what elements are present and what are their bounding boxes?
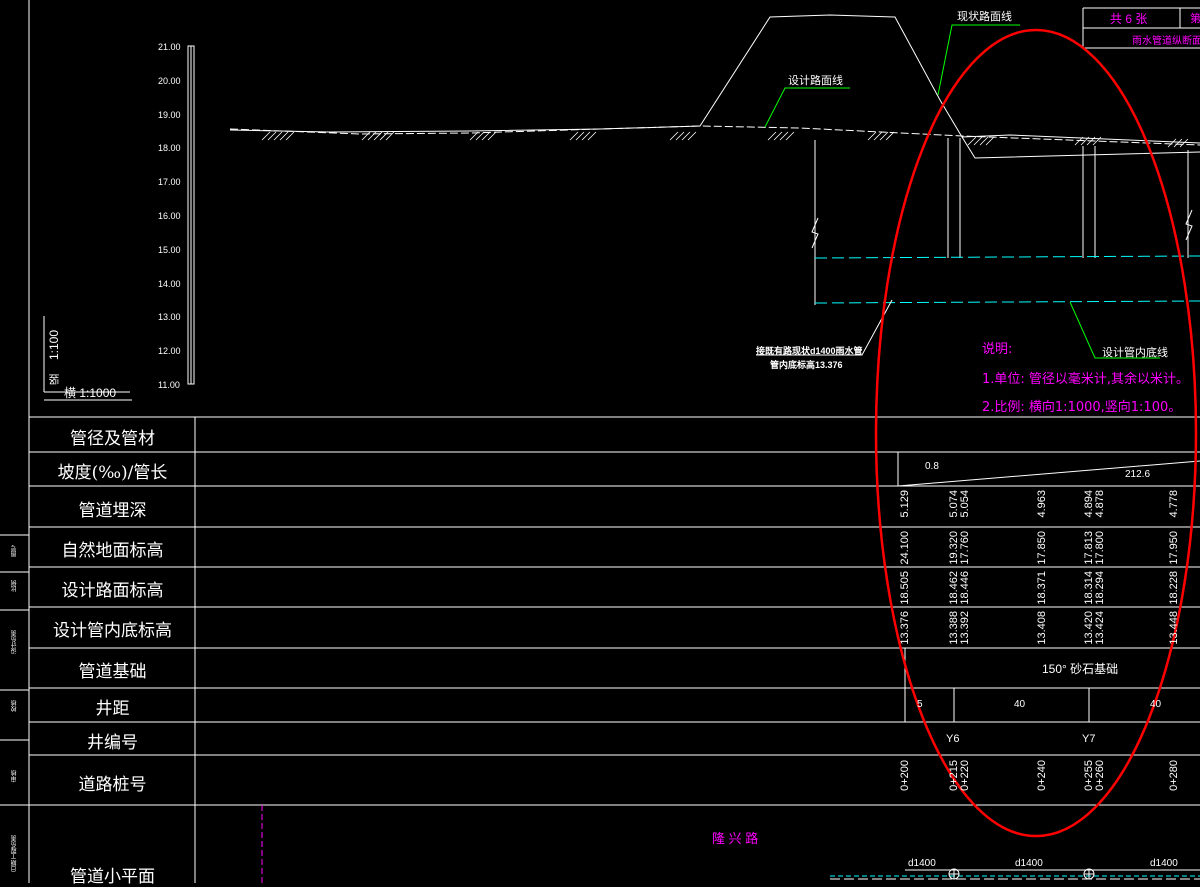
margin-label: 校核 xyxy=(12,700,18,712)
row-label-slope-length: 坡度(‰)/管长 xyxy=(57,463,168,483)
elevation-tick-label: 16.00 xyxy=(158,211,181,221)
design-road-elevation-cell: 18.228 xyxy=(1168,571,1180,605)
elevation-tick-label: 18.00 xyxy=(158,143,181,154)
pipe-size-3: d1400 xyxy=(1150,858,1178,869)
invert-elevation-cell: 13.376 xyxy=(899,611,911,645)
pipe-size-2: d1400 xyxy=(1015,858,1043,869)
row-label-plan-view: 管道小平面 xyxy=(70,867,155,887)
well-number-y6: Y6 xyxy=(946,733,960,745)
ground-elevation-cell: 17.760 xyxy=(959,531,971,565)
depth-cell: 4.963 xyxy=(1036,490,1048,518)
elevation-tick-label: 21.00 xyxy=(158,42,181,52)
pipe-plan-view xyxy=(830,868,1200,880)
row-label-station: 道路桩号 xyxy=(78,775,147,795)
well-spacing-2: 40 xyxy=(1014,699,1026,710)
design-invert-label: 设计管内底线 xyxy=(1102,347,1168,359)
elevation-tick-label: 14.00 xyxy=(158,278,181,289)
design-road-elevation-cell: 18.446 xyxy=(959,571,971,605)
design-pipe-lines xyxy=(814,255,1200,304)
margin-label: 设计负责 xyxy=(12,630,18,654)
vertical-scale-label: 1:100 xyxy=(47,330,61,361)
station-cell: 0+260 xyxy=(1094,760,1106,791)
sheet-fragment: 第 xyxy=(1190,13,1200,25)
invert-elevation-cell: 13.448 xyxy=(1168,611,1180,645)
invert-elevation-cell: 13.408 xyxy=(1036,611,1048,645)
row-label-pipe-size: 管径及管材 xyxy=(70,429,155,449)
depth-cell: 5.054 xyxy=(959,490,971,518)
elevation-tick-label: 17.00 xyxy=(158,177,181,188)
ground-elevation-cell: 17.950 xyxy=(1168,531,1180,565)
depth-cell: 4.778 xyxy=(1168,490,1180,518)
ground-elevation-cell: 17.850 xyxy=(1036,531,1048,565)
foundation-value: 150° 砂石基础 xyxy=(1042,662,1119,676)
connection-note-2: 管内底标高13.376 xyxy=(770,360,843,370)
manhole-walls xyxy=(811,138,1193,305)
notes-line-2: 2.比例: 横向1:1000,竖向1:100。 xyxy=(982,400,1182,415)
elevation-scale-bar xyxy=(187,45,195,385)
elevation-tick-label: 20.00 xyxy=(158,75,181,86)
elevation-tick-label: 13.00 xyxy=(158,312,181,323)
design-road-line xyxy=(229,125,1200,159)
invert-elevation-cell: 13.424 xyxy=(1094,611,1106,645)
elevation-tick-label: 11.00 xyxy=(158,380,180,390)
existing-road-line xyxy=(229,14,1200,144)
elevation-tick-label: 12.00 xyxy=(158,346,181,357)
margin-label: 图号 xyxy=(12,545,18,557)
sheet-count: 共 6 张 xyxy=(1110,12,1148,26)
pipe-size-1: d1400 xyxy=(908,858,936,869)
design-road-label: 设计路面线 xyxy=(788,75,843,87)
row-label-design-road-elevation: 设计路面标高 xyxy=(61,581,164,601)
margin-label: 日期 xyxy=(12,860,18,872)
data-table-grid xyxy=(29,416,1200,883)
road-name: 隆 兴 路 xyxy=(712,831,759,846)
pipe-length-value: 212.6 xyxy=(1125,469,1151,480)
well-spacing-1: 5 xyxy=(917,699,923,710)
station-cell: 0+220 xyxy=(959,760,971,791)
notes-title: 说明: xyxy=(982,342,1013,357)
design-road-elevation-cell: 18.294 xyxy=(1094,571,1106,605)
row-label-foundation: 管道基础 xyxy=(78,662,147,682)
design-road-elevation-cell: 18.371 xyxy=(1036,571,1048,605)
station-cell: 0+280 xyxy=(1168,760,1180,791)
station-cell: 0+200 xyxy=(899,760,911,791)
depth-cell: 5.129 xyxy=(899,490,911,518)
well-number-y7: Y7 xyxy=(1082,733,1096,745)
horizontal-scale-label: 横 1:1000 xyxy=(64,386,117,400)
elevation-tick-label: 15.00 xyxy=(158,244,181,255)
margin-label: 审核 xyxy=(12,770,18,782)
margin-label: 工程负责 xyxy=(12,835,18,859)
elevation-tick-label: 19.00 xyxy=(158,109,181,120)
row-label-ground-elevation: 自然地面标高 xyxy=(61,541,164,561)
notes-line-1: 1.单位: 管径以毫米计,其余以米计。 xyxy=(982,372,1190,387)
sheet-title: 雨水管道纵断面设计图 xyxy=(1132,36,1200,47)
ground-elevation-cell: 24.100 xyxy=(899,531,911,565)
depth-cell: 4.878 xyxy=(1094,490,1106,518)
well-spacing-3: 40 xyxy=(1150,699,1162,710)
row-label-depth: 管道埋深 xyxy=(78,501,147,521)
row-label-invert-elevation: 设计管内底标高 xyxy=(53,621,172,641)
margin-label: 比例 xyxy=(12,580,18,592)
vertical-scale-prefix: 竖 xyxy=(49,374,61,385)
connection-note-1: 接既有路现状d1400雨水管 xyxy=(756,346,863,356)
station-cell: 0+240 xyxy=(1036,760,1048,791)
existing-road-label: 现状路面线 xyxy=(957,11,1012,23)
row-label-well-number: 井编号 xyxy=(87,733,138,753)
ground-elevation-cell: 17.800 xyxy=(1094,531,1106,565)
row-label-well-spacing: 井距 xyxy=(95,699,130,719)
slope-value: 0.8 xyxy=(925,461,939,472)
design-road-elevation-cell: 18.505 xyxy=(899,571,911,605)
invert-elevation-cell: 13.392 xyxy=(959,611,971,645)
red-highlight-ellipse xyxy=(874,28,1198,838)
